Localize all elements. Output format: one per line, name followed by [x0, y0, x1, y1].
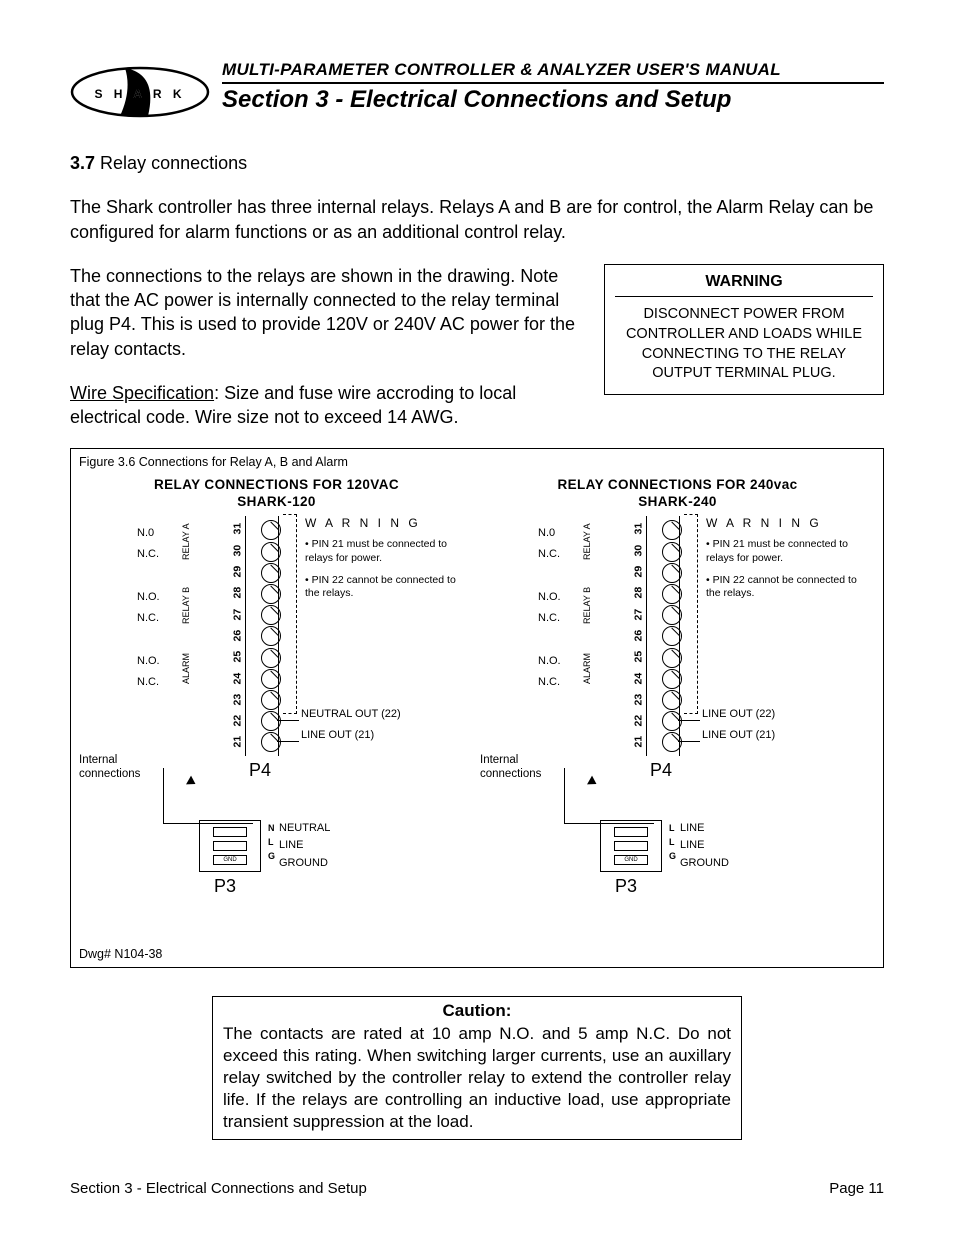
- relay-contact-labels: N.0 N.C. N.O. N.C. N.O. N.C.: [538, 522, 561, 692]
- caution-heading: Caution:: [223, 1001, 731, 1021]
- diagram-240vac: RELAY CONNECTIONS FOR 240vac SHARK-240 3…: [480, 477, 875, 771]
- footer-right: Page 11: [829, 1180, 884, 1197]
- line-out-21: LINE OUT (21): [702, 729, 775, 750]
- p3-ground: GROUND: [680, 855, 729, 872]
- relay-a-label: RELAY A: [181, 524, 191, 561]
- diagram-warning-right: W A R N I N G PIN 21 must be connected t…: [706, 516, 861, 609]
- svg-text:S H A R K: S H A R K: [94, 87, 185, 101]
- page-footer: Section 3 - Electrical Connections and S…: [70, 1180, 884, 1197]
- relay-b-label: RELAY B: [582, 587, 592, 624]
- diag-title-2b: SHARK-240: [638, 494, 717, 509]
- warning-heading: WARNING: [615, 271, 873, 298]
- p3-connector: GND N L G: [199, 820, 261, 872]
- p3-ground: GROUND: [279, 855, 330, 872]
- diagram-120vac: RELAY CONNECTIONS FOR 120VAC SHARK-120 3…: [79, 477, 474, 771]
- section-heading: Relay connections: [100, 153, 247, 173]
- warning-body: DISCONNECT POWER FROM CONTROLLER AND LOA…: [615, 305, 873, 383]
- section-number: 3.7: [70, 153, 95, 173]
- p3-neutral: NEUTRAL: [279, 820, 330, 837]
- p3-line2: LINE: [680, 837, 729, 854]
- manual-title: MULTI-PARAMETER CONTROLLER & ANALYZER US…: [222, 60, 884, 84]
- figure-caption: Figure 3.6 Connections for Relay A, B an…: [79, 455, 875, 469]
- alarm-label: ALARM: [582, 653, 592, 684]
- pin-numbers: 3130292827262524232221: [231, 518, 245, 752]
- p3-line1: LINE: [680, 820, 729, 837]
- section-heading-line: 3.7 Relay connections: [70, 151, 884, 175]
- pin-numbers: 3130292827262524232221: [632, 518, 646, 752]
- internal-connections-label: Internalconnections: [480, 754, 541, 782]
- caution-body: The contacts are rated at 10 amp N.O. an…: [223, 1023, 731, 1133]
- p3-connector: GND L L G: [600, 820, 662, 872]
- diagram-warning-left: W A R N I N G PIN 21 must be connected t…: [305, 516, 460, 609]
- diag-title-1a: RELAY CONNECTIONS FOR 120VAC: [154, 477, 399, 492]
- p3-line: LINE: [279, 837, 330, 854]
- section-title: Section 3 - Electrical Connections and S…: [222, 86, 884, 114]
- relay-b-label: RELAY B: [181, 587, 191, 624]
- wire-spec: Wire Specification: Size and fuse wire a…: [70, 381, 586, 430]
- paragraph-1: The Shark controller has three internal …: [70, 195, 884, 244]
- alarm-label: ALARM: [181, 653, 191, 684]
- neutral-out-22: NEUTRAL OUT (22): [301, 708, 401, 729]
- wire-spec-label: Wire Specification: [70, 383, 214, 403]
- relay-a-label: RELAY A: [582, 524, 592, 561]
- page-header: S H A R K S H A R K MULTI-PARAMETER CONT…: [70, 60, 884, 129]
- p3-label: P3: [615, 876, 637, 897]
- warning-box: WARNING DISCONNECT POWER FROM CONTROLLER…: [604, 264, 884, 395]
- relay-contact-labels: N.0 N.C. N.O. N.C. N.O. N.C.: [137, 522, 160, 692]
- caution-box: Caution: The contacts are rated at 10 am…: [212, 996, 742, 1140]
- line-out-21: LINE OUT (21): [301, 729, 401, 750]
- line-out-22: LINE OUT (22): [702, 708, 775, 729]
- shark-logo: S H A R K S H A R K: [70, 60, 210, 129]
- figure-3-6: Figure 3.6 Connections for Relay A, B an…: [70, 448, 884, 968]
- diag-title-1b: SHARK-120: [237, 494, 316, 509]
- drawing-number: Dwg# N104-38: [79, 947, 162, 961]
- footer-left: Section 3 - Electrical Connections and S…: [70, 1180, 367, 1197]
- internal-connections-label: Internalconnections: [79, 754, 140, 782]
- diag-title-2a: RELAY CONNECTIONS FOR 240vac: [557, 477, 797, 492]
- p3-label: P3: [214, 876, 236, 897]
- paragraph-2: The connections to the relays are shown …: [70, 264, 586, 361]
